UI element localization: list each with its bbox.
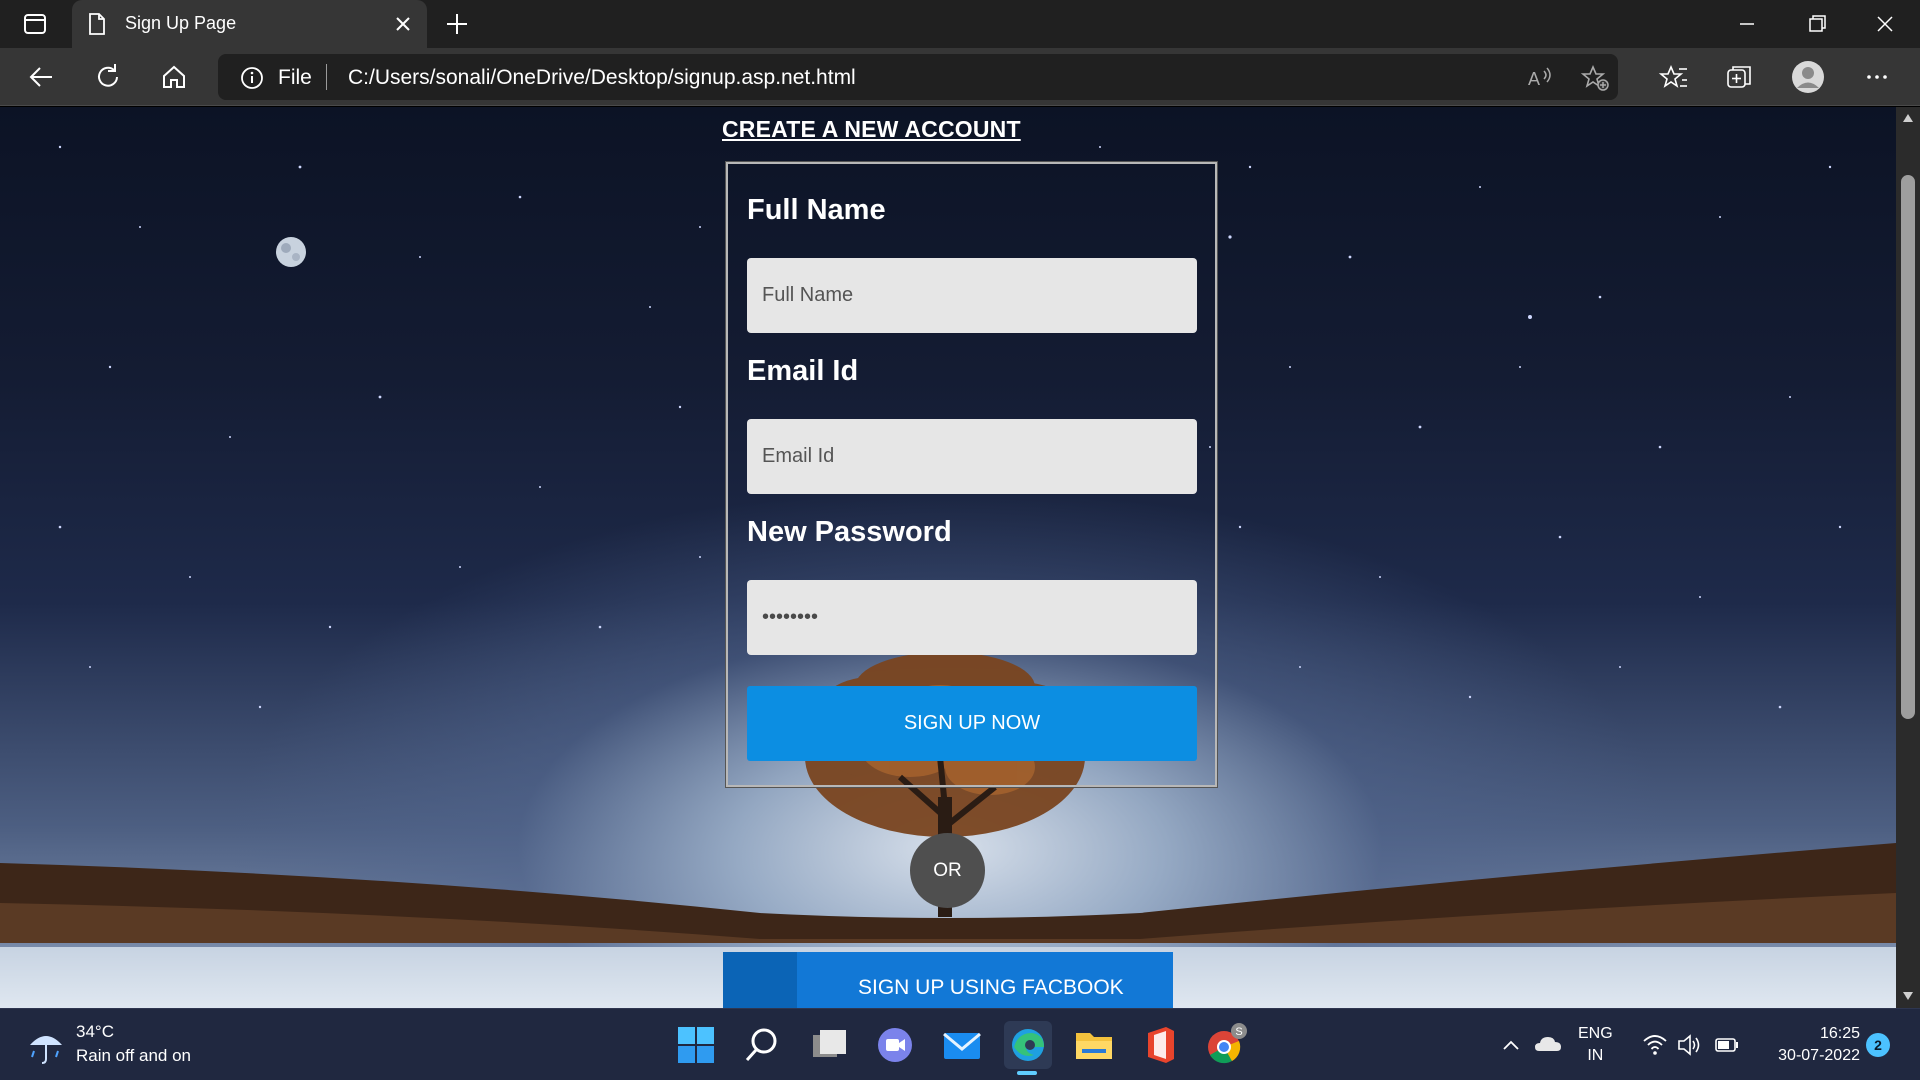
address-bar[interactable]: File C:/Users/sonali/OneDrive/Desktop/si… (218, 54, 1618, 100)
page-title: CREATE A NEW ACCOUNT (722, 116, 1021, 142)
minimize-icon[interactable] (1730, 10, 1764, 38)
weather-temperature: 34°C (76, 1022, 114, 1041)
clock-date: 30-07-2022 (1778, 1047, 1860, 1064)
scroll-up-arrow-icon[interactable] (1902, 113, 1914, 123)
edge-browser-icon[interactable] (1004, 1021, 1052, 1069)
close-tab-icon[interactable] (393, 12, 413, 36)
signup-form: Full Name Email Id New Password SIGN UP … (725, 161, 1218, 788)
office-icon[interactable] (1136, 1021, 1184, 1069)
collections-icon[interactable] (1722, 60, 1756, 94)
url-text[interactable]: C:/Users/sonali/OneDrive/Desktop/signup.… (348, 66, 856, 90)
teams-chat-icon[interactable] (871, 1021, 919, 1069)
browser-toolbar: File C:/Users/sonali/OneDrive/Desktop/si… (0, 48, 1920, 106)
file-explorer-icon[interactable] (1070, 1021, 1118, 1069)
restore-icon[interactable] (1800, 10, 1834, 38)
windows-taskbar: 34°C Rain off and on S ENG IN 16:25 30-0… (0, 1008, 1920, 1080)
back-arrow-icon[interactable] (24, 60, 58, 94)
email-label: Email Id (747, 355, 859, 387)
chrome-icon[interactable]: S (1202, 1021, 1250, 1069)
tab-sign-up-page[interactable]: Sign Up Page (72, 0, 427, 48)
battery-icon[interactable] (1714, 1029, 1740, 1061)
facebook-icon-block (723, 952, 797, 1008)
search-icon[interactable] (738, 1021, 786, 1069)
facebook-signup-button[interactable]: SIGN UP USING FACBOOK (723, 952, 1173, 1008)
active-app-indicator (1017, 1071, 1037, 1075)
language-code: ENG (1578, 1025, 1613, 1042)
new-tab-icon[interactable] (442, 10, 472, 38)
read-aloud-icon[interactable]: A (1526, 65, 1554, 91)
sign-up-now-button[interactable]: SIGN UP NOW (747, 686, 1197, 761)
onedrive-cloud-icon[interactable] (1533, 1029, 1563, 1061)
more-options-icon[interactable] (1860, 60, 1894, 94)
add-favorite-icon[interactable] (1580, 64, 1610, 92)
weather-widget[interactable]: 34°C Rain off and on (26, 1021, 276, 1071)
page-icon (89, 13, 105, 35)
refresh-icon[interactable] (91, 60, 125, 94)
scrollbar-thumb[interactable] (1901, 175, 1915, 719)
facebook-signup-label: SIGN UP USING FACBOOK (858, 976, 1124, 999)
windows-start-icon[interactable] (672, 1021, 720, 1069)
notification-count-badge[interactable]: 2 (1866, 1033, 1890, 1057)
volume-icon[interactable] (1676, 1029, 1702, 1061)
weather-condition: Rain off and on (76, 1046, 191, 1065)
address-divider (326, 64, 327, 90)
password-label: New Password (747, 516, 952, 548)
password-input[interactable] (747, 580, 1197, 655)
home-icon[interactable] (157, 60, 191, 94)
or-divider-badge: OR (910, 833, 985, 908)
svg-text:A: A (1528, 69, 1540, 89)
task-view-icon[interactable] (805, 1021, 853, 1069)
protocol-label: File (278, 66, 312, 89)
scroll-down-arrow-icon[interactable] (1902, 991, 1914, 1001)
language-indicator[interactable]: ENG IN (1578, 1023, 1613, 1067)
favorites-icon[interactable] (1657, 60, 1691, 94)
fullname-label: Full Name (747, 194, 886, 226)
browser-titlebar: Sign Up Page (0, 0, 1920, 48)
system-clock[interactable]: 16:25 30-07-2022 (1760, 1023, 1860, 1067)
page-viewport: CREATE A NEW ACCOUNT Full Name Email Id … (0, 107, 1896, 1008)
tab-title: Sign Up Page (125, 13, 237, 33)
vertical-scrollbar[interactable] (1896, 107, 1920, 1008)
email-input[interactable] (747, 419, 1197, 494)
region-code: IN (1587, 1047, 1604, 1064)
info-icon[interactable] (240, 66, 264, 90)
wifi-icon[interactable] (1642, 1029, 1668, 1061)
chrome-profile-badge: S (1235, 1026, 1242, 1038)
profile-avatar-icon[interactable] (1791, 60, 1825, 94)
mail-icon[interactable] (938, 1021, 986, 1069)
tab-actions-icon[interactable] (18, 12, 52, 36)
chevron-up-icon[interactable] (1500, 1029, 1522, 1061)
clock-time: 16:25 (1819, 1025, 1860, 1042)
umbrella-rain-icon (30, 1036, 62, 1064)
close-window-icon[interactable] (1868, 10, 1902, 38)
fullname-input[interactable] (747, 258, 1197, 333)
